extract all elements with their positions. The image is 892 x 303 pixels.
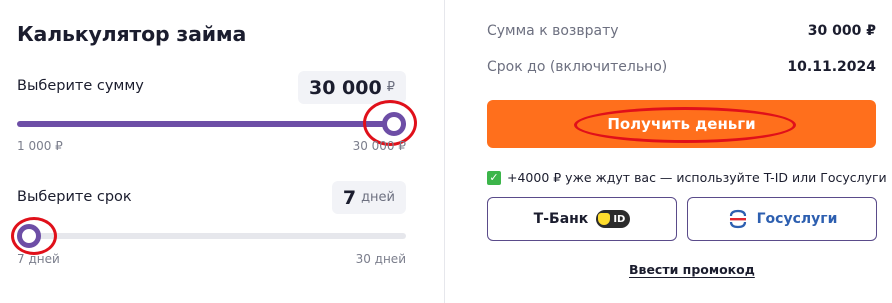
tid-badge: ID xyxy=(596,210,631,228)
amount-label: Выберите сумму xyxy=(17,78,144,94)
amount-min-label: 1 000 ₽ xyxy=(17,139,63,153)
tbank-label: Т-Банк xyxy=(533,211,589,227)
amount-max-label: 30 000 ₽ xyxy=(352,139,406,153)
repay-label: Сумма к возврату xyxy=(487,23,619,39)
check-icon: ✓ xyxy=(487,170,501,185)
term-slider-track[interactable] xyxy=(17,233,406,239)
bonus-notice: ✓ +4000 ₽ уже ждут вас — используйте T-I… xyxy=(487,170,887,185)
tbank-shield-icon xyxy=(598,213,611,225)
term-max-label: 30 дней xyxy=(355,252,406,266)
term-min-label: 7 дней xyxy=(17,252,60,266)
gosuslugi-icon xyxy=(729,209,746,229)
due-date-label: Срок до (включительно) xyxy=(487,59,668,75)
amount-currency: ₽ xyxy=(386,80,395,95)
gosuslugi-button[interactable]: Госуслуги xyxy=(687,197,877,241)
gosuslugi-label: Госуслуги xyxy=(756,211,838,227)
bonus-notice-text: +4000 ₽ уже ждут вас — используйте T-ID … xyxy=(507,170,887,185)
calculator-title: Калькулятор займа xyxy=(17,22,247,46)
cta-annotation-circle xyxy=(574,107,796,143)
enter-promo-code-link[interactable]: Ввести промокод xyxy=(629,262,755,277)
term-label: Выберите срок xyxy=(17,189,132,205)
term-thumb-annotation-circle xyxy=(11,217,57,255)
tid-badge-text: ID xyxy=(613,213,626,225)
loan-calculator-panel: Калькулятор займа Выберите сумму 30 000 … xyxy=(0,0,445,303)
term-value: 7 xyxy=(342,186,357,209)
amount-slider-track[interactable] xyxy=(17,121,406,127)
due-date-value: 10.11.2024 xyxy=(787,59,876,75)
repay-value: 30 000 ₽ xyxy=(807,23,876,39)
amount-value: 30 000 xyxy=(309,76,382,99)
term-value-field[interactable]: 7 дней xyxy=(331,181,406,214)
tbank-id-button[interactable]: Т-Банк ID xyxy=(487,197,677,241)
term-unit: дней xyxy=(361,190,395,205)
